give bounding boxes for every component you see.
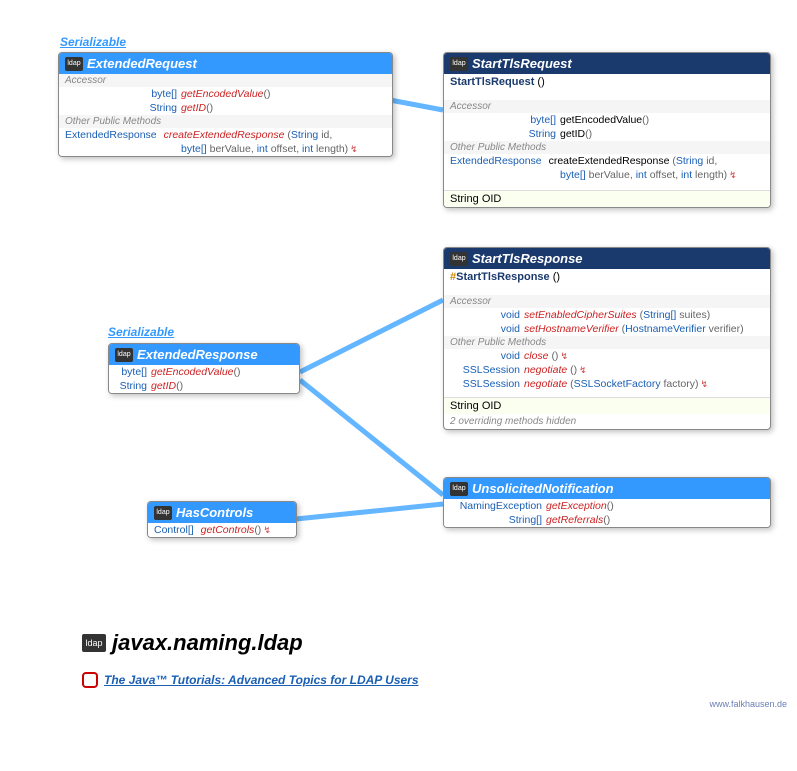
class-header: ldap StartTlsRequest <box>444 53 770 74</box>
method-row: String[]getReferrals() <box>444 513 770 527</box>
class-header: ldap HasControls <box>148 502 296 523</box>
class-has-controls: ldap HasControls Control[] getControls()… <box>147 501 297 538</box>
method-row: SSLSessionnegotiate (SSLSocketFactory fa… <box>444 377 770 391</box>
class-extended-response: ldap ExtendedResponse byte[]getEncodedVa… <box>108 343 300 394</box>
package-title: ldap javax.naming.ldap <box>82 630 303 656</box>
method-row: StringgetID() <box>59 101 392 115</box>
ldap-icon: ldap <box>65 57 83 71</box>
method-row-cont: byte[] berValue, int offset, int length)… <box>444 168 770 182</box>
section-accessor: Accessor <box>59 74 392 87</box>
class-header: ldap ExtendedResponse <box>109 344 299 365</box>
oracle-icon <box>82 672 98 688</box>
class-start-tls-request: ldap StartTlsRequest StartTlsRequest () … <box>443 52 771 208</box>
class-title: StartTlsResponse <box>472 251 583 266</box>
constructor-row: StartTlsRequest () <box>444 74 770 90</box>
ldap-icon: ldap <box>115 348 133 362</box>
method-row: SSLSessionnegotiate ()↯ <box>444 363 770 377</box>
method-row: byte[]getEncodedValue() <box>444 113 770 127</box>
class-header: ldap UnsolicitedNotification <box>444 478 770 499</box>
section-other: Other Public Methods <box>444 141 770 154</box>
class-header: ldap ExtendedRequest <box>59 53 392 74</box>
section-accessor: Accessor <box>444 295 770 308</box>
ldap-icon: ldap <box>450 252 468 266</box>
ldap-icon: ldap <box>82 634 106 652</box>
method-row: voidsetHostnameVerifier (HostnameVerifie… <box>444 322 770 336</box>
class-title: UnsolicitedNotification <box>472 481 614 496</box>
method-row: NamingExceptiongetException() <box>444 499 770 513</box>
method-row: StringgetID() <box>109 379 299 393</box>
serializable-label-2: Serializable <box>108 325 174 339</box>
class-title: ExtendedRequest <box>87 56 197 71</box>
class-header: ldap StartTlsResponse <box>444 248 770 269</box>
method-row: ExtendedResponse createExtendedResponse … <box>444 154 770 168</box>
field-row: String OID <box>444 397 770 414</box>
class-unsolicited-notification: ldap UnsolicitedNotification NamingExcep… <box>443 477 771 528</box>
method-row-cont: byte[] berValue, int offset, int length)… <box>59 142 392 156</box>
hidden-methods-note: 2 overriding methods hidden <box>444 414 770 429</box>
class-start-tls-response: ldap StartTlsResponse #StartTlsResponse … <box>443 247 771 430</box>
field-row: String OID <box>444 190 770 207</box>
ldap-icon: ldap <box>450 57 468 71</box>
method-row: StringgetID() <box>444 127 770 141</box>
serializable-label-1: Serializable <box>60 35 126 49</box>
class-title: StartTlsRequest <box>472 56 572 71</box>
method-row: byte[]getEncodedValue() <box>109 365 299 379</box>
method-row: ExtendedResponse createExtendedResponse … <box>59 128 392 142</box>
ldap-icon: ldap <box>154 506 172 520</box>
ldap-icon: ldap <box>450 482 468 496</box>
method-row: Control[] getControls()↯ <box>148 523 296 537</box>
class-title: ExtendedResponse <box>137 347 258 362</box>
class-title: HasControls <box>176 505 253 520</box>
section-other: Other Public Methods <box>444 336 770 349</box>
section-accessor: Accessor <box>444 100 770 113</box>
credit-text: www.falkhausen.de <box>709 699 787 709</box>
section-other: Other Public Methods <box>59 115 392 128</box>
method-row: voidclose ()↯ <box>444 349 770 363</box>
constructor-row: #StartTlsResponse () <box>444 269 770 285</box>
method-row: byte[]getEncodedValue() <box>59 87 392 101</box>
tutorial-link[interactable]: The Java™ Tutorials: Advanced Topics for… <box>82 672 419 688</box>
class-extended-request: ldap ExtendedRequest Accessor byte[]getE… <box>58 52 393 157</box>
method-row: voidsetEnabledCipherSuites (String[] sui… <box>444 308 770 322</box>
